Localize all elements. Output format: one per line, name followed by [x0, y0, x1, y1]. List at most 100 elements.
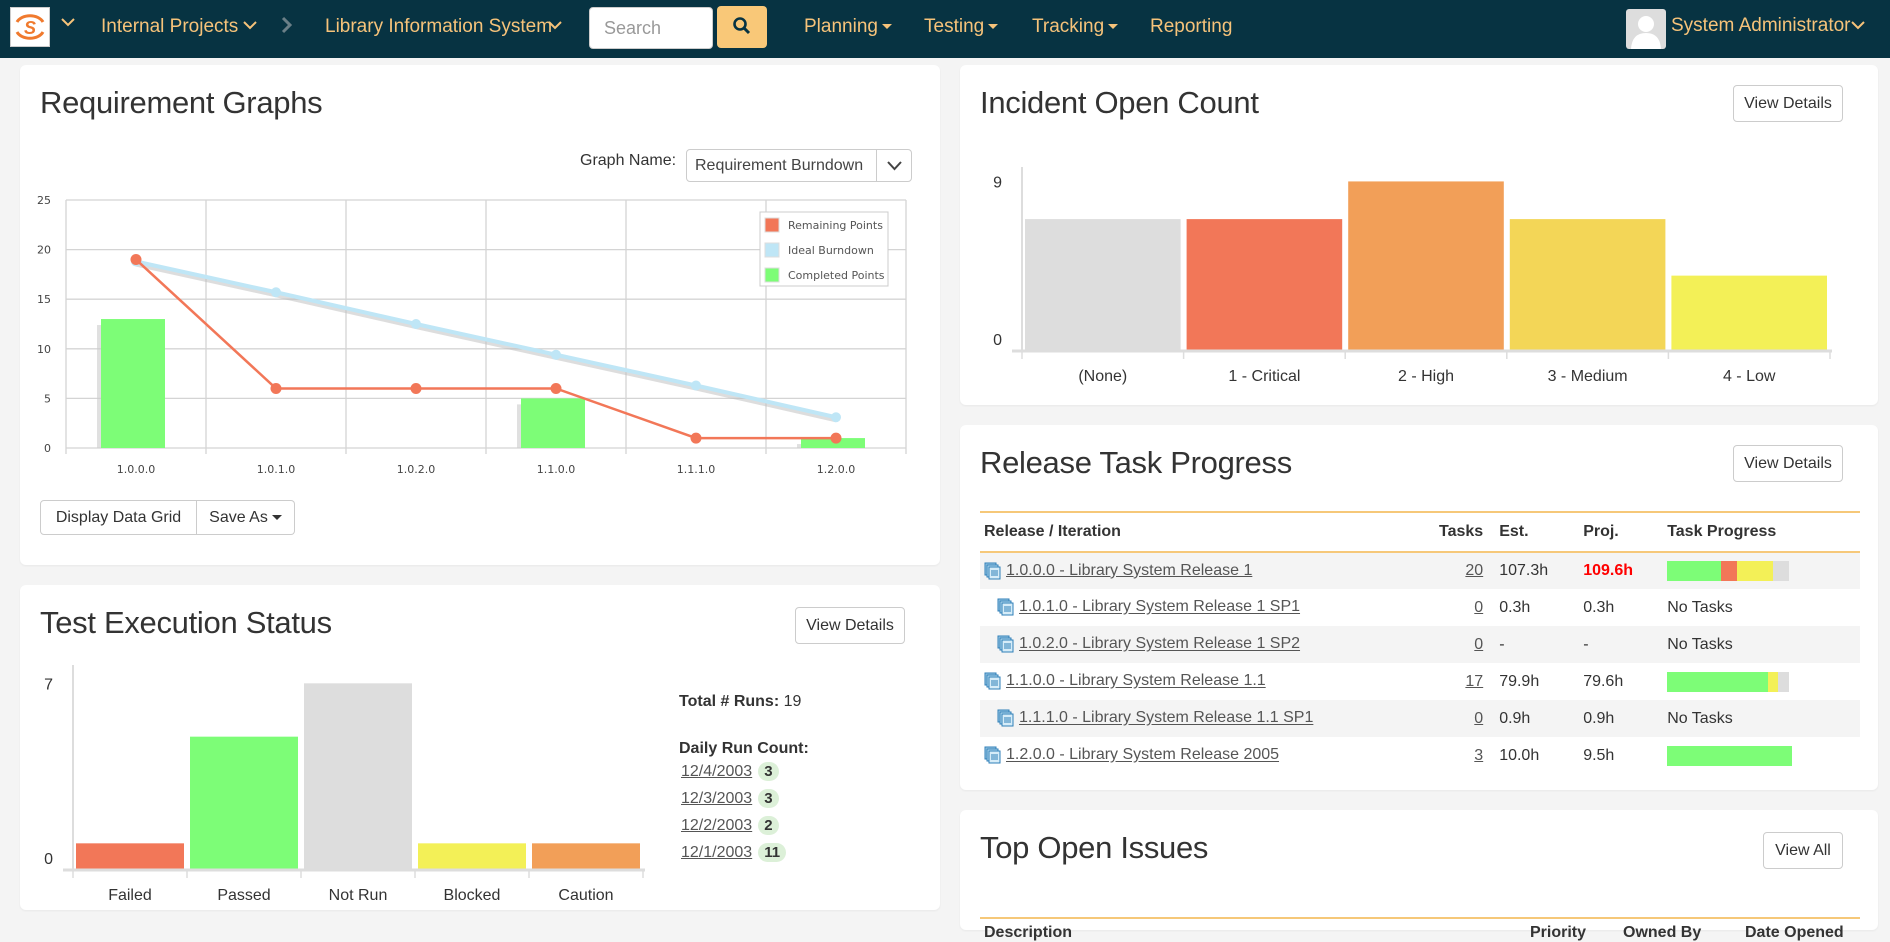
- top-open-issues-panel: Top Open Issues View All Description Pri…: [960, 810, 1878, 941]
- issues-header-divider: [980, 917, 1860, 919]
- y-tick-label: 15: [37, 293, 51, 306]
- release-link[interactable]: 1.0.0.0 - Library System Release 1: [1006, 562, 1252, 579]
- chevron-down-icon[interactable]: [60, 14, 76, 35]
- project-link[interactable]: Library Information System: [325, 16, 552, 38]
- caret-down-icon: [988, 24, 999, 30]
- menu-tracking-label: Tracking: [1032, 16, 1105, 37]
- chevron-down-icon[interactable]: [1850, 17, 1866, 38]
- y-tick-label: 10: [37, 343, 51, 356]
- ideal-burndown-point: [551, 349, 561, 360]
- completed-points-bar: [101, 319, 165, 448]
- total-runs-label: Total # Runs:: [679, 693, 780, 710]
- no-tasks-label: No Tasks: [1667, 598, 1733, 616]
- task-progress-bar: [1667, 745, 1793, 766]
- daily-run-item: 12/3/2003 3: [681, 789, 786, 816]
- menu-tracking[interactable]: Tracking: [1032, 16, 1119, 38]
- svg-text:S: S: [24, 18, 36, 38]
- tasks-cell: 0: [1435, 626, 1496, 663]
- tasks-count-link[interactable]: 17: [1465, 673, 1483, 690]
- tasks-count-link[interactable]: 0: [1474, 710, 1483, 727]
- progress-completed: [1667, 671, 1769, 692]
- panel-title: Release Task Progress: [980, 445, 1292, 480]
- bar-3-medium: [1509, 219, 1666, 350]
- remaining-points-point: [410, 382, 422, 394]
- y-tick-label: 7: [44, 676, 53, 693]
- view-details-button[interactable]: View Details: [1733, 445, 1843, 482]
- no-tasks-label: No Tasks: [1667, 635, 1733, 653]
- save-as-button[interactable]: Save As: [197, 500, 295, 535]
- y-tick-label: 25: [37, 194, 51, 207]
- est-cell: 10.0h: [1499, 746, 1540, 764]
- release-cell: 1.0.2.0 - Library System Release 1 SP2: [980, 626, 1435, 663]
- progress-cell: No Tasks: [1663, 589, 1860, 626]
- daily-run-count: 3: [758, 789, 779, 808]
- search-icon: [733, 16, 751, 34]
- user-avatar[interactable]: [1626, 9, 1666, 49]
- menu-reporting[interactable]: Reporting: [1150, 16, 1232, 38]
- chevron-down-icon[interactable]: [242, 17, 258, 38]
- bar-1-critical: [1186, 219, 1343, 350]
- menu-planning[interactable]: Planning: [804, 16, 892, 38]
- tasks-count-link[interactable]: 20: [1465, 562, 1483, 579]
- x-tick-label: 1 - Critical: [1228, 368, 1300, 385]
- bar-passed: [190, 736, 298, 869]
- daily-run-date[interactable]: 12/3/2003: [681, 790, 752, 807]
- release-icon: [984, 562, 1002, 580]
- table-header-row: Release / Iteration Tasks Est. Proj. Tas…: [980, 511, 1860, 553]
- search-input[interactable]: [589, 7, 713, 49]
- burndown-chart: 0 5 10 15 20 25 1.0.0.0 1.0.1.0 1.0.2.0 1.1.0.0 1.…: [37, 194, 907, 476]
- incident-chart: 0 9 (None) 1 - Critical 2 - High 3 - Medium 4 …: [993, 167, 1832, 385]
- release-cell: 1.2.0.0 - Library System Release 2005: [980, 737, 1435, 774]
- tasks-count-link[interactable]: 0: [1474, 636, 1483, 653]
- graph-name-label: Graph Name:: [580, 152, 677, 169]
- project-group-link[interactable]: Internal Projects: [101, 16, 238, 38]
- progress-cell: No Tasks: [1663, 626, 1860, 663]
- panel-title: Requirement Graphs: [40, 85, 323, 120]
- graph-name-select[interactable]: Requirement Burndown: [686, 149, 912, 182]
- save-as-label: Save As: [209, 508, 268, 526]
- daily-run-list: 12/4/2003 3 12/3/2003 3 12/2/2003 2 12/1/20…: [681, 762, 787, 870]
- x-tick-label: (None): [1078, 368, 1127, 385]
- daily-run-item: 12/2/2003 2: [681, 816, 786, 843]
- bar-4-low: [1671, 275, 1827, 350]
- x-tick-label: 1.1.0.0: [537, 463, 575, 476]
- release-link[interactable]: 1.1.0.0 - Library System Release 1.1: [1006, 673, 1266, 690]
- tasks-count-link[interactable]: 3: [1474, 747, 1483, 764]
- graph-name-value: Requirement Burndown: [695, 157, 864, 174]
- tasks-count-link[interactable]: 0: [1474, 599, 1483, 616]
- release-link[interactable]: 1.0.1.0 - Library System Release 1 SP1: [1019, 599, 1300, 616]
- est-cell: 79.9h: [1499, 672, 1540, 690]
- release-link[interactable]: 1.0.2.0 - Library System Release 1 SP2: [1019, 636, 1300, 653]
- display-data-grid-button[interactable]: Display Data Grid: [40, 500, 197, 535]
- progress-completed: [1667, 561, 1721, 581]
- x-tick-label: Failed: [108, 887, 152, 900]
- menu-testing[interactable]: Testing: [924, 16, 999, 38]
- progress-not-started: [1778, 671, 1790, 692]
- app-logo[interactable]: S: [10, 7, 50, 47]
- daily-run-count: 2: [758, 816, 779, 835]
- x-tick-label: 1.0.2.0: [397, 463, 435, 476]
- view-all-button[interactable]: View All: [1763, 832, 1843, 869]
- view-details-button[interactable]: View Details: [1733, 85, 1843, 122]
- est-cell: 0.9h: [1495, 700, 1580, 737]
- daily-run-date[interactable]: 12/1/2003: [681, 844, 752, 861]
- chevron-down-icon[interactable]: [547, 17, 563, 38]
- user-menu[interactable]: System Administrator: [1671, 15, 1851, 37]
- progress-cell: No Tasks: [1663, 700, 1860, 737]
- ideal-burndown-point: [271, 287, 281, 298]
- daily-run-date[interactable]: 12/4/2003: [681, 763, 752, 780]
- release-link[interactable]: 1.1.1.0 - Library System Release 1.1 SP1: [1019, 710, 1313, 727]
- remaining-points-point: [270, 382, 282, 394]
- remaining-points-point: [830, 432, 842, 444]
- search-button[interactable]: [717, 6, 767, 48]
- daily-run-date[interactable]: 12/2/2003: [681, 817, 752, 834]
- bar-2-high: [1348, 181, 1504, 350]
- view-details-button[interactable]: View Details: [795, 607, 905, 644]
- ideal-burndown-point: [691, 380, 701, 391]
- col-priority: Priority: [1530, 924, 1587, 941]
- tasks-cell: 0: [1435, 700, 1496, 737]
- remaining-points-point: [130, 254, 142, 266]
- proj-cell: -: [1579, 626, 1664, 663]
- release-link[interactable]: 1.2.0.0 - Library System Release 2005: [1006, 747, 1279, 764]
- release-icon: [997, 598, 1015, 616]
